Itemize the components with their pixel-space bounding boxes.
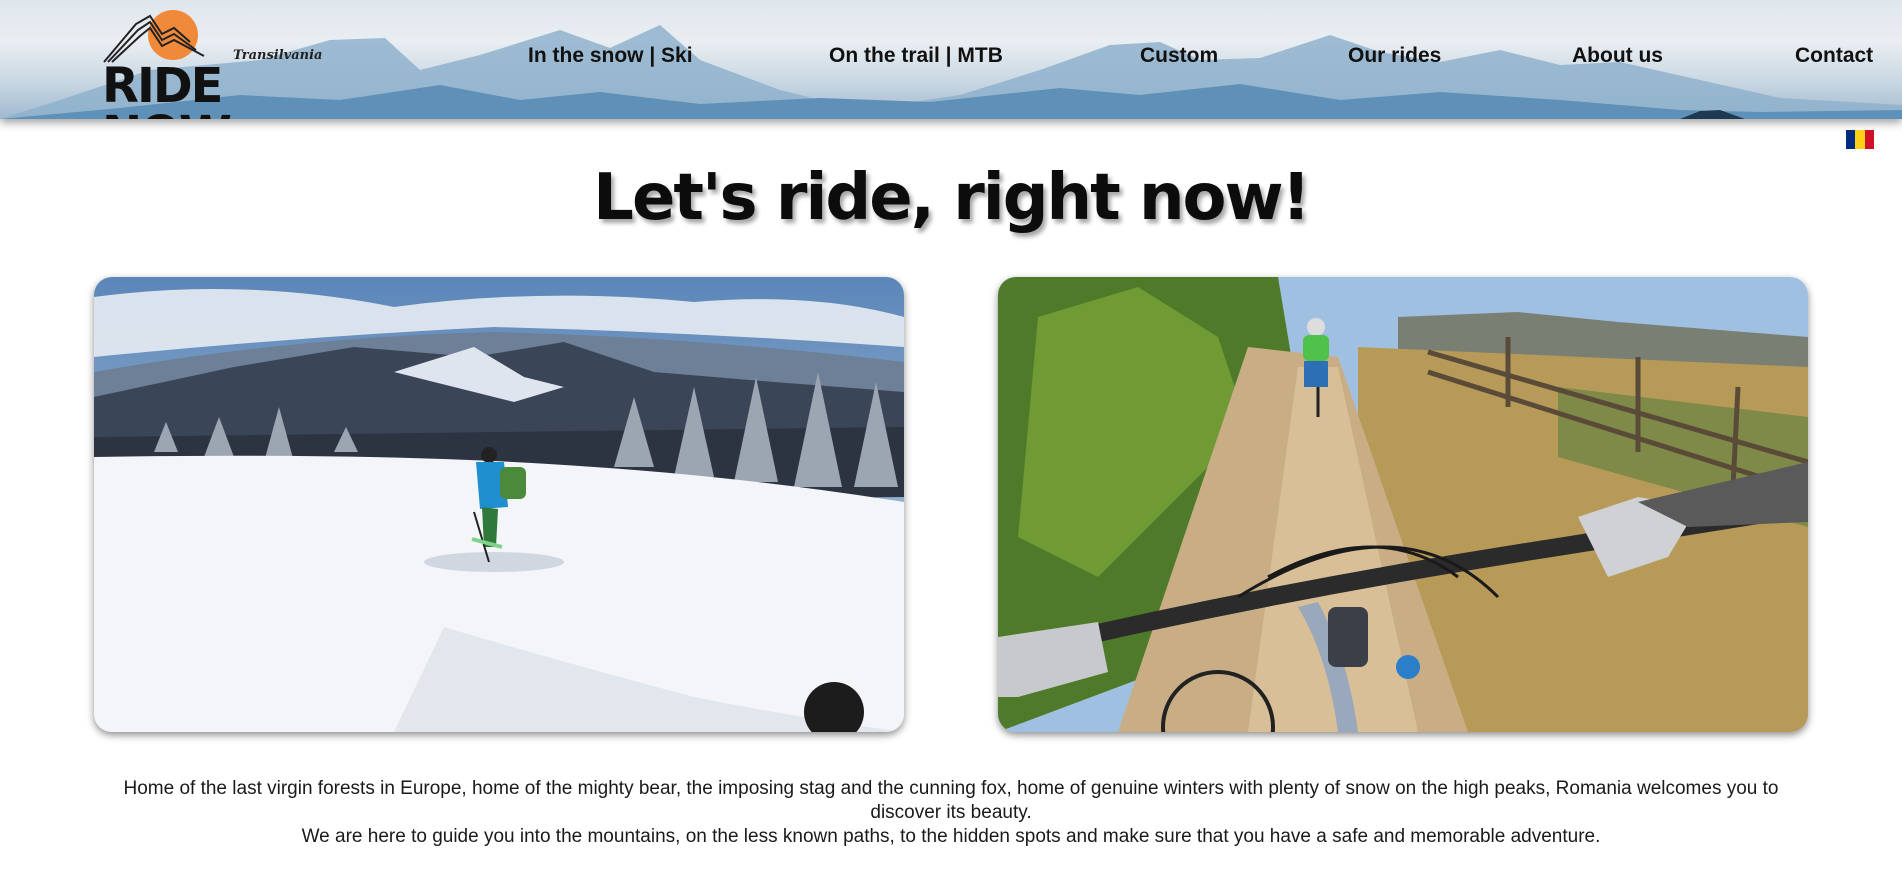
flag-stripe-yellow [1855, 130, 1865, 149]
ski-photo[interactable] [94, 277, 904, 732]
main-nav: In the snow | Ski On the trail | MTB Cus… [0, 44, 1902, 74]
romania-flag-icon[interactable] [1846, 130, 1874, 149]
nav-item-contact[interactable]: Contact [1795, 44, 1873, 68]
intro-paragraph-2: We are here to guide you into the mounta… [301, 826, 1601, 847]
flag-stripe-red [1864, 130, 1874, 149]
nav-item-mtb[interactable]: On the trail | MTB [829, 44, 1003, 68]
nav-item-ski[interactable]: In the snow | Ski [528, 44, 693, 68]
page-title: Let's ride, right now! [593, 161, 1311, 235]
nav-item-custom[interactable]: Custom [1140, 44, 1218, 68]
mtb-photo[interactable] [998, 277, 1808, 732]
mtb-photo-image [998, 277, 1808, 732]
intro-description: Home of the last virgin forests in Europ… [110, 777, 1792, 849]
nav-item-about-us[interactable]: About us [1572, 44, 1663, 68]
ski-photo-image [94, 277, 904, 732]
flag-stripe-blue [1846, 130, 1856, 149]
intro-paragraph-1: Home of the last virgin forests in Europ… [123, 778, 1779, 823]
site-header: Transilvania RIDE NOW In the snow | Ski … [0, 0, 1902, 119]
nav-item-our-rides[interactable]: Our rides [1348, 44, 1441, 68]
